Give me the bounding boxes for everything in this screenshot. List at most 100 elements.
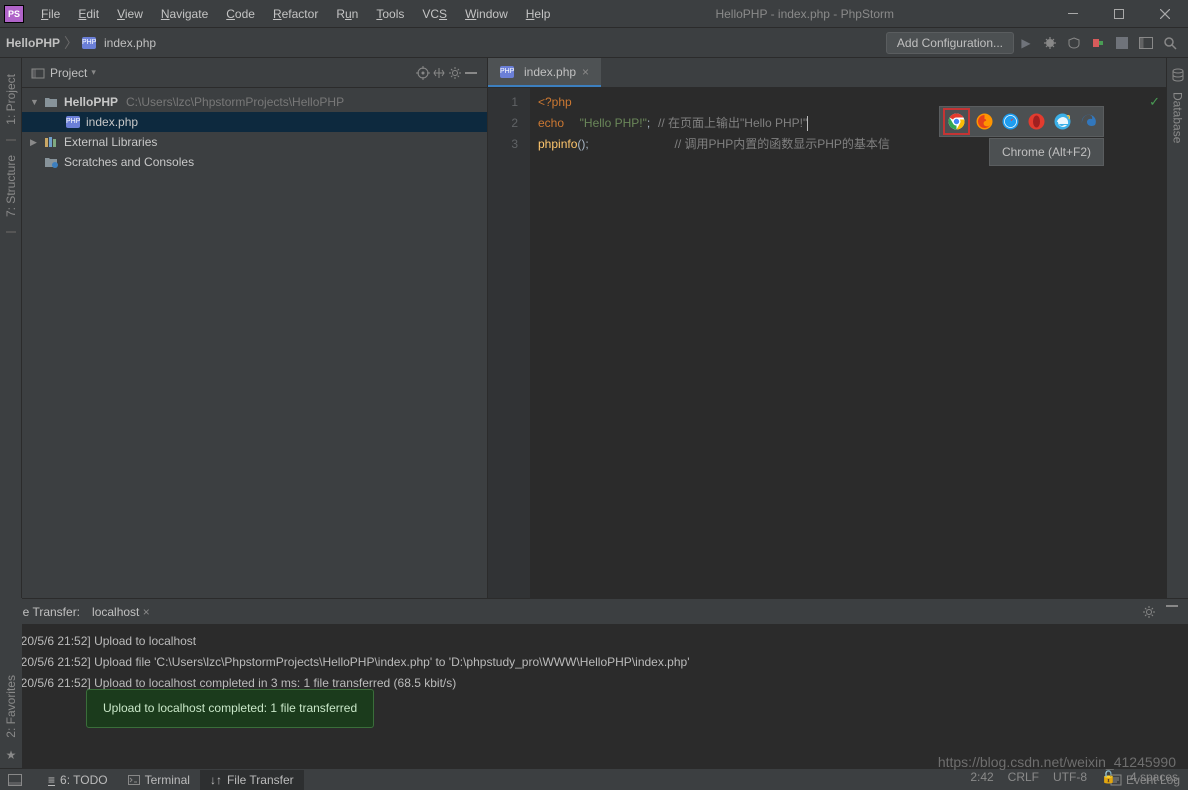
tree-scratches[interactable]: Scratches and Consoles: [22, 152, 487, 172]
close-tab-icon[interactable]: ×: [143, 605, 150, 619]
close-tab-icon[interactable]: ×: [582, 65, 589, 79]
panel-settings-icon[interactable]: [1142, 605, 1156, 619]
menu-code[interactable]: Code: [217, 7, 264, 21]
file-transfer-host-tab[interactable]: localhost ×: [92, 605, 150, 619]
menu-view[interactable]: View: [108, 7, 152, 21]
maximize-button[interactable]: [1096, 0, 1142, 28]
project-panel: Project ▾ ▼ HelloPHP C:: [22, 58, 488, 598]
upload-notification: Upload to localhost completed: 1 file tr…: [86, 689, 374, 728]
project-panel-title[interactable]: Project: [50, 66, 87, 80]
status-tab-todo[interactable]: ≡ 6: TODO: [38, 770, 118, 790]
breadcrumb-project[interactable]: HelloPHP: [6, 36, 60, 50]
minimize-button[interactable]: [1050, 0, 1096, 28]
stop-button[interactable]: [1111, 32, 1133, 54]
project-view-icon: [30, 65, 46, 81]
tree-arrow-icon[interactable]: ▶: [30, 137, 42, 148]
project-dropdown-icon[interactable]: ▾: [91, 67, 96, 78]
window-title: HelloPHP - index.php - PhpStorm: [559, 7, 1050, 21]
line-number: 3: [488, 134, 518, 155]
breadcrumb: HelloPHP 〉 PHP index.php: [6, 33, 156, 53]
listen-debug-button[interactable]: [1087, 32, 1109, 54]
safari-icon[interactable]: [1002, 113, 1019, 130]
rail-project[interactable]: 1: Project: [4, 68, 18, 131]
inspection-check-icon[interactable]: ✓: [1149, 94, 1160, 110]
tree-root[interactable]: ▼ HelloPHP C:\Users\lzc\PhpstormProjects…: [22, 92, 487, 112]
menu-window[interactable]: Window: [456, 7, 517, 21]
opera-icon[interactable]: [1028, 113, 1045, 130]
main-area: 1: Project 7: Structure Project ▾: [0, 58, 1188, 598]
star-icon: ★: [6, 748, 17, 762]
log-line: [2020/5/6 21:52] Upload file 'C:\Users\l…: [4, 652, 1186, 673]
status-readonly-icon[interactable]: 🔓: [1101, 770, 1116, 784]
rail-favorites[interactable]: 2: Favorites: [4, 669, 18, 744]
menu-edit[interactable]: Edit: [69, 7, 108, 21]
chrome-highlight: [943, 108, 970, 135]
tree-external-label: External Libraries: [64, 135, 157, 149]
coverage-button[interactable]: [1063, 32, 1085, 54]
status-indent[interactable]: 4 spaces: [1130, 770, 1178, 784]
log-line: [2020/5/6 21:52] Upload to localhost: [4, 631, 1186, 652]
status-line-ending[interactable]: CRLF: [1008, 770, 1039, 784]
browser-preview-popup: [939, 106, 1104, 137]
file-transfer-log[interactable]: [2020/5/6 21:52] Upload to localhost [20…: [0, 625, 1188, 768]
menu-navigate[interactable]: Navigate: [152, 7, 217, 21]
project-tree: ▼ HelloPHP C:\Users\lzc\PhpstormProjects…: [22, 88, 487, 176]
status-position[interactable]: 2:42: [970, 770, 993, 784]
breadcrumb-file[interactable]: index.php: [104, 36, 156, 50]
editor-tab[interactable]: PHP index.php ×: [488, 58, 601, 87]
search-everywhere-button[interactable]: [1159, 32, 1181, 54]
expand-icon[interactable]: [431, 65, 447, 81]
status-tab-file-transfer[interactable]: ↓↑ File Transfer: [200, 770, 304, 790]
line-number: 2: [488, 113, 518, 134]
hide-panel-icon[interactable]: [463, 65, 479, 81]
left-bottom-rail: 2: Favorites ★: [0, 598, 22, 768]
menu-run[interactable]: Run: [327, 7, 367, 21]
rail-structure[interactable]: 7: Structure: [4, 149, 18, 223]
php-file-icon: PHP: [500, 66, 514, 78]
tree-arrow-icon[interactable]: ▼: [30, 97, 42, 107]
editor-tabs: PHP index.php ×: [488, 58, 1166, 88]
edge-icon[interactable]: [1080, 113, 1097, 130]
breadcrumb-separator: 〉: [64, 33, 78, 53]
menu-vcs[interactable]: VCS: [413, 7, 456, 21]
status-tabs: ≡ 6: TODO Terminal ↓↑ File Transfer: [38, 770, 304, 790]
hide-panel-icon[interactable]: [1166, 605, 1178, 619]
browser-tooltip: Chrome (Alt+F2): [989, 138, 1104, 166]
layout-button[interactable]: [1135, 32, 1157, 54]
title-bar: PS File Edit View Navigate Code Refactor…: [0, 0, 1188, 28]
firefox-icon[interactable]: [976, 113, 993, 130]
app-icon: PS: [4, 5, 24, 23]
status-tab-terminal[interactable]: Terminal: [118, 770, 200, 790]
menu-file[interactable]: File: [32, 7, 69, 21]
folder-icon: [44, 96, 58, 108]
scratch-icon: [44, 156, 58, 168]
tree-file[interactable]: PHP index.php: [22, 112, 487, 132]
ie-icon[interactable]: [1054, 113, 1071, 130]
run-button[interactable]: ▶: [1015, 32, 1037, 54]
menu-tools[interactable]: Tools: [367, 7, 413, 21]
tool-window-button[interactable]: [8, 774, 22, 786]
line-number: 1: [488, 92, 518, 113]
php-file-icon: PHP: [82, 37, 96, 49]
status-encoding[interactable]: UTF-8: [1053, 770, 1087, 784]
php-file-icon: PHP: [66, 116, 80, 128]
left-tool-rail: 1: Project 7: Structure: [0, 58, 22, 598]
database-rail-icon[interactable]: [1172, 68, 1184, 82]
bottom-panel: File Transfer: localhost × [2020/5/6 21:…: [0, 598, 1188, 768]
tree-root-path: C:\Users\lzc\PhpstormProjects\HelloPHP: [126, 95, 344, 109]
rail-database[interactable]: Database: [1171, 86, 1185, 149]
locate-icon[interactable]: [415, 65, 431, 81]
tree-scratches-label: Scratches and Consoles: [64, 155, 194, 169]
tree-external-libs[interactable]: ▶ External Libraries: [22, 132, 487, 152]
menu-refactor[interactable]: Refactor: [264, 7, 327, 21]
chrome-icon[interactable]: [948, 113, 965, 130]
run-config-button[interactable]: Add Configuration...: [886, 32, 1014, 54]
file-transfer-header: File Transfer: localhost ×: [0, 599, 1188, 625]
editor-tab-label: index.php: [524, 65, 576, 79]
menu-help[interactable]: Help: [517, 7, 560, 21]
close-button[interactable]: [1142, 0, 1188, 28]
debug-button[interactable]: [1039, 32, 1061, 54]
tree-file-label: index.php: [86, 115, 138, 129]
settings-icon[interactable]: [447, 65, 463, 81]
project-panel-header: Project ▾: [22, 58, 487, 88]
